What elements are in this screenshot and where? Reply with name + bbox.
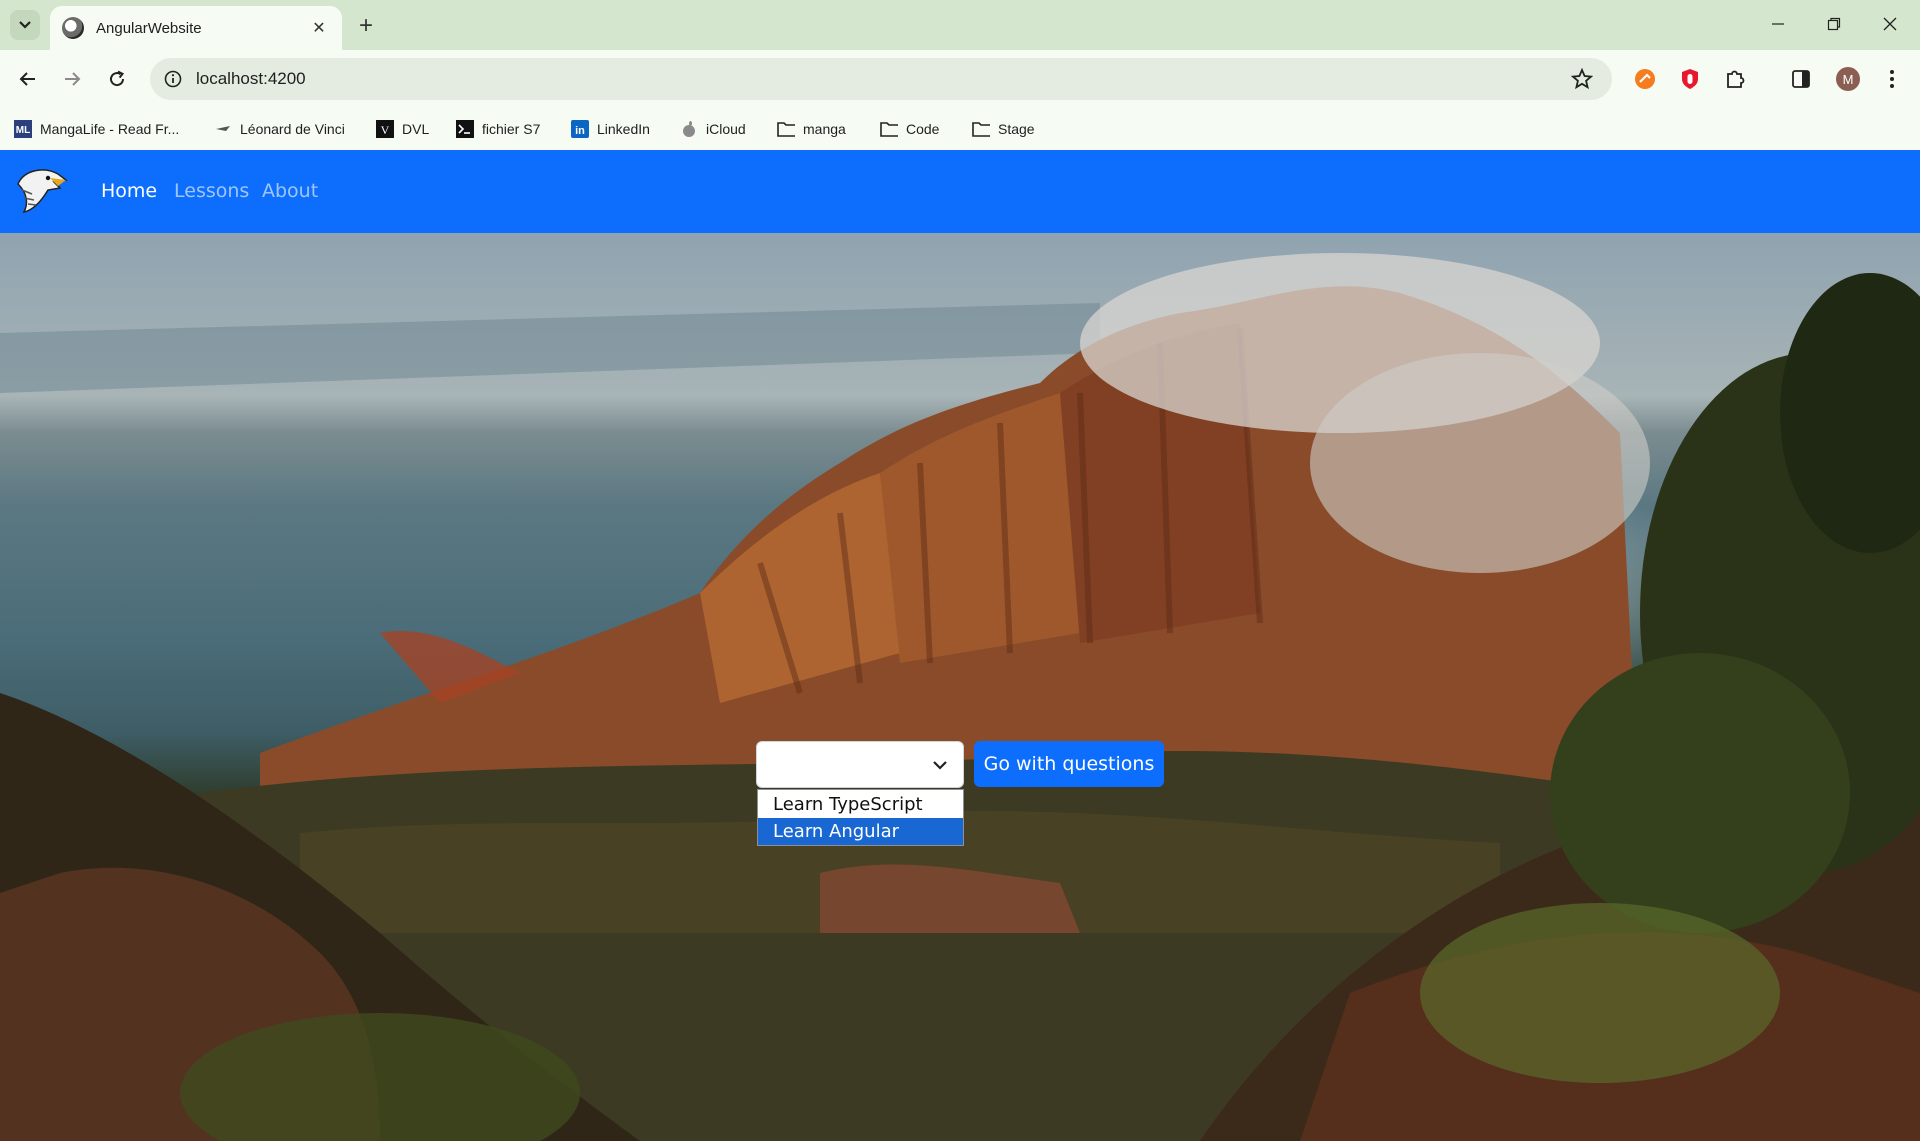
tab-title: AngularWebsite (96, 19, 202, 37)
browser-tab[interactable]: AngularWebsite ✕ (50, 6, 342, 50)
url-text: localhost:4200 (196, 69, 306, 88)
bookmark-label: manga (803, 121, 846, 137)
bookmark-star-icon[interactable] (1570, 67, 1594, 91)
chevron-down-icon (933, 761, 947, 770)
reload-button[interactable] (101, 63, 133, 95)
lesson-select-dropdown: Learn TypeScript Learn Angular (757, 789, 964, 846)
restore-button[interactable] (1806, 0, 1862, 48)
terminal-icon (456, 120, 474, 138)
browser-toolbar: localhost:4200 M (0, 50, 1920, 108)
bookmark-devinci[interactable]: Léonard de Vinci (214, 116, 345, 142)
bookmark-folder-stage[interactable]: Stage (972, 116, 1035, 142)
apple-icon (680, 120, 698, 138)
svg-text:M: M (1843, 72, 1854, 87)
folder-icon (880, 120, 898, 138)
go-with-questions-button[interactable]: Go with questions (974, 741, 1164, 787)
tab-close-icon[interactable]: ✕ (308, 18, 330, 38)
svg-text:in: in (575, 125, 585, 137)
eagle-favicon-icon (62, 17, 84, 39)
bookmark-dvl[interactable]: V DVL (376, 116, 429, 142)
forward-arrow-icon (65, 72, 81, 86)
devinci-icon (214, 120, 232, 138)
bookmark-label: Code (906, 121, 940, 137)
bookmark-label: Stage (998, 121, 1035, 137)
linkedin-icon: in (571, 120, 589, 138)
bookmark-icloud[interactable]: iCloud (680, 116, 746, 142)
reload-icon (110, 70, 125, 87)
bookmark-folder-code[interactable]: Code (880, 116, 939, 142)
lesson-select[interactable] (756, 741, 964, 788)
bookmark-label: LinkedIn (597, 121, 650, 137)
chevron-down-icon (19, 21, 31, 29)
mangalife-icon: ML (14, 120, 32, 138)
hero-background-image: Go with questions Learn TypeScript Learn… (0, 233, 1920, 1141)
folder-icon (972, 120, 990, 138)
close-icon (1883, 17, 1897, 31)
bookmark-label: DVL (402, 121, 430, 137)
minimize-icon (1772, 23, 1784, 25)
app-navbar: Home Lessons About (0, 150, 1920, 233)
eagle-logo[interactable] (14, 164, 70, 216)
back-button[interactable] (12, 63, 44, 95)
site-info-icon[interactable] (162, 68, 184, 90)
svg-text:ML: ML (16, 125, 30, 136)
tab-search-button[interactable] (10, 10, 40, 40)
extensions-puzzle-icon[interactable] (1720, 64, 1750, 94)
page-viewport: Home Lessons About Go with questions Lea… (0, 150, 1920, 1141)
nav-home[interactable]: Home (101, 180, 157, 202)
svg-text:V: V (381, 123, 390, 137)
bookmark-fichier-s7[interactable]: fichier S7 (456, 116, 540, 142)
new-tab-button[interactable]: + (352, 12, 380, 40)
bookmark-linkedin[interactable]: in LinkedIn (571, 116, 650, 142)
mountain-landscape-image (0, 253, 1920, 1141)
plus-icon: + (358, 12, 373, 39)
bookmark-label: Léonard de Vinci (240, 121, 345, 137)
back-arrow-icon (19, 72, 35, 86)
nav-about[interactable]: About (262, 180, 318, 202)
minimize-button[interactable] (1750, 0, 1806, 48)
folder-icon (777, 120, 795, 138)
bookmarks-bar: ML MangaLife - Read Fr... Léonard de Vin… (0, 108, 1920, 150)
bookmark-folder-manga[interactable]: manga (777, 116, 846, 142)
option-learn-typescript[interactable]: Learn TypeScript (758, 791, 963, 818)
option-learn-angular[interactable]: Learn Angular (758, 818, 963, 845)
bookmark-label: MangaLife - Read Fr... (40, 121, 180, 137)
bookmark-label: fichier S7 (482, 121, 541, 137)
tab-strip: AngularWebsite ✕ + (0, 0, 1920, 50)
extension-orange-icon[interactable] (1630, 64, 1660, 94)
close-window-button[interactable] (1862, 0, 1918, 48)
side-panel-icon[interactable] (1786, 64, 1816, 94)
bookmark-label: iCloud (706, 121, 746, 137)
forward-button[interactable] (56, 63, 88, 95)
browser-menu-icon[interactable] (1877, 64, 1907, 94)
address-bar[interactable]: localhost:4200 (150, 58, 1612, 100)
bookmark-mangalife[interactable]: ML MangaLife - Read Fr... (14, 116, 179, 142)
extension-red-icon[interactable] (1675, 64, 1705, 94)
nav-lessons[interactable]: Lessons (174, 180, 249, 202)
profile-avatar[interactable]: M (1833, 64, 1863, 94)
dvl-icon: V (376, 120, 394, 138)
restore-icon (1827, 17, 1841, 31)
